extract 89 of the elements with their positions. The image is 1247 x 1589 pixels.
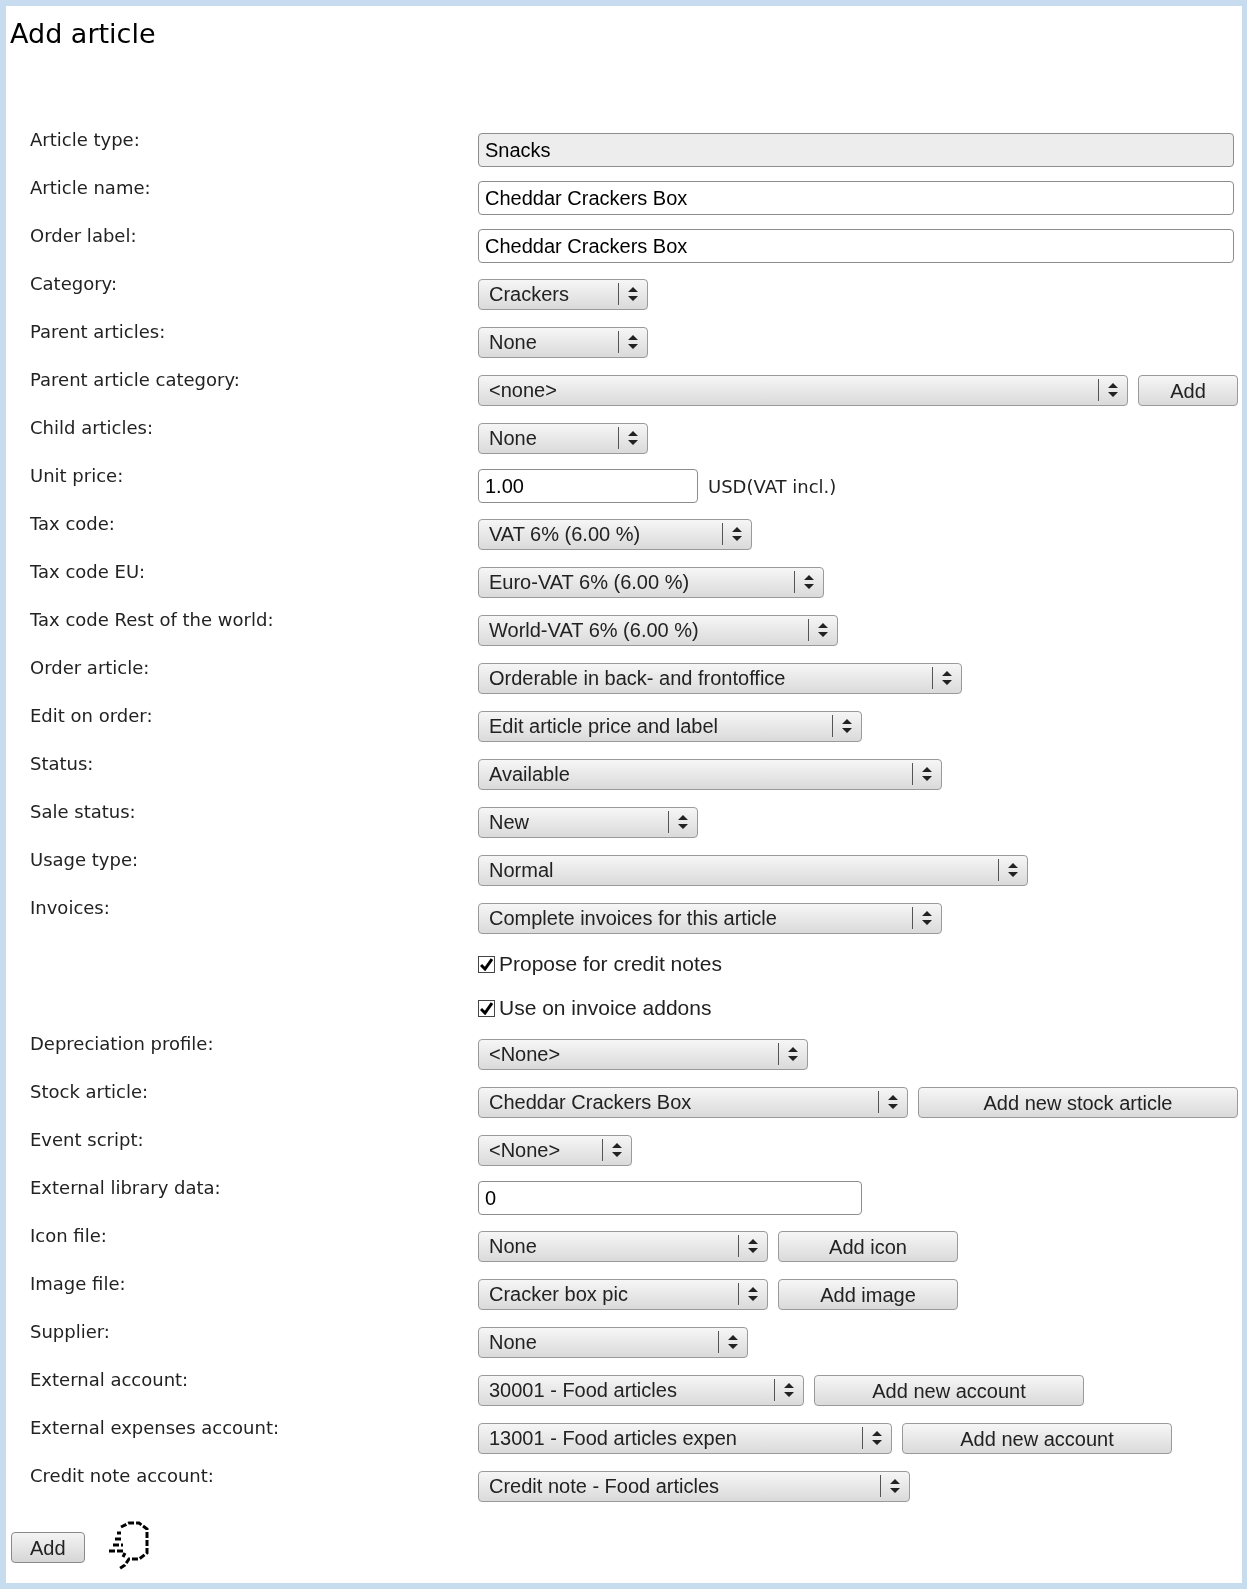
- dropdown[interactable]: None: [478, 1326, 748, 1358]
- field-label: Supplier:: [30, 1321, 110, 1342]
- dropdown[interactable]: Normal: [478, 854, 1028, 886]
- field-label: Tax code:: [30, 513, 115, 534]
- input-field[interactable]: 1.00: [478, 469, 698, 503]
- checkbox[interactable]: [478, 999, 495, 1017]
- dropdown[interactable]: <none>: [478, 374, 1128, 406]
- field-label: Stock article:: [30, 1081, 149, 1102]
- field-label: Article type:: [30, 129, 140, 150]
- input-field[interactable]: Snacks: [478, 133, 1234, 167]
- dropdown[interactable]: <None>: [478, 1038, 808, 1070]
- dropdown[interactable]: Credit note - Food articles: [478, 1470, 910, 1502]
- action-button[interactable]: Add new account: [814, 1374, 1084, 1406]
- updown-arrow-icon: [941, 670, 953, 686]
- dropdown[interactable]: VAT 6% (6.00 %): [478, 518, 752, 550]
- dropdown[interactable]: Available: [478, 758, 942, 790]
- dropdown[interactable]: Edit article price and label: [478, 710, 862, 742]
- updown-arrow-icon: [627, 286, 639, 302]
- input-field[interactable]: Cheddar Crackers Box: [478, 229, 1234, 263]
- field-label: Child articles:: [30, 417, 154, 438]
- action-button[interactable]: Add image: [778, 1278, 958, 1310]
- field-label: Icon file:: [30, 1225, 107, 1246]
- dropdown[interactable]: Complete invoices for this article: [478, 902, 942, 934]
- updown-arrow-icon: [787, 1046, 799, 1062]
- field-label: Invoices:: [30, 897, 110, 918]
- field-label: External expenses account:: [30, 1417, 280, 1438]
- field-label: Parent articles:: [30, 321, 166, 342]
- updown-arrow-icon: [727, 1334, 739, 1350]
- updown-arrow-icon: [747, 1238, 759, 1254]
- dropdown[interactable]: 13001 - Food articles expen: [478, 1422, 892, 1454]
- dropdown[interactable]: 30001 - Food articles: [478, 1374, 804, 1406]
- dropdown[interactable]: None: [478, 422, 648, 454]
- field-label: Status:: [30, 753, 94, 774]
- field-label: Credit note account:: [30, 1465, 214, 1486]
- field-label: External account:: [30, 1369, 189, 1390]
- add-button[interactable]: Add: [11, 1532, 85, 1563]
- field-label: Image file:: [30, 1273, 126, 1294]
- action-button[interactable]: Add: [1138, 374, 1238, 406]
- field-label: Order label:: [30, 225, 137, 246]
- dropdown[interactable]: <None>: [478, 1134, 632, 1166]
- dropdown[interactable]: World-VAT 6% (6.00 %): [478, 614, 838, 646]
- dropdown[interactable]: Cheddar Crackers Box: [478, 1086, 908, 1118]
- updown-arrow-icon: [627, 334, 639, 350]
- checkbox-label: Propose for credit notes: [499, 951, 722, 978]
- field-label: Unit price:: [30, 465, 124, 486]
- dropdown[interactable]: Orderable in back- and frontoffice: [478, 662, 962, 694]
- updown-arrow-icon: [731, 526, 743, 542]
- field-label: Tax code EU:: [30, 561, 146, 582]
- dropdown[interactable]: None: [478, 1230, 768, 1262]
- updown-arrow-icon: [817, 622, 829, 638]
- dropdown[interactable]: Cracker box pic: [478, 1278, 768, 1310]
- updown-arrow-icon: [889, 1478, 901, 1494]
- updown-arrow-icon: [611, 1142, 623, 1158]
- field-label: Depreciation profile:: [30, 1033, 214, 1054]
- field-label: Order article:: [30, 657, 150, 678]
- updown-arrow-icon: [677, 814, 689, 830]
- unit-label: USD(VAT incl.): [708, 474, 837, 499]
- updown-arrow-icon: [921, 910, 933, 926]
- checkbox[interactable]: [478, 955, 495, 973]
- updown-arrow-icon: [1007, 862, 1019, 878]
- field-label: Usage type:: [30, 849, 139, 870]
- action-button[interactable]: Add icon: [778, 1230, 958, 1262]
- updown-arrow-icon: [747, 1286, 759, 1302]
- updown-arrow-icon: [841, 718, 853, 734]
- updown-arrow-icon: [871, 1430, 883, 1446]
- page-title: Add article: [10, 18, 156, 50]
- dropdown[interactable]: Euro-VAT 6% (6.00 %): [478, 566, 824, 598]
- field-label: Sale status:: [30, 801, 136, 822]
- action-button[interactable]: Add new account: [902, 1422, 1172, 1454]
- input-field[interactable]: Cheddar Crackers Box: [478, 181, 1234, 215]
- dropdown[interactable]: New: [478, 806, 698, 838]
- field-label: Event script:: [30, 1129, 144, 1150]
- field-label: External library data:: [30, 1177, 221, 1198]
- updown-arrow-icon: [887, 1094, 899, 1110]
- updown-arrow-icon: [803, 574, 815, 590]
- field-label: Tax code Rest of the world:: [30, 609, 274, 630]
- dropdown[interactable]: Crackers: [478, 278, 648, 310]
- updown-arrow-icon: [627, 430, 639, 446]
- input-field[interactable]: 0: [478, 1181, 862, 1215]
- action-button[interactable]: Add new stock article: [918, 1086, 1238, 1118]
- dropdown[interactable]: None: [478, 326, 648, 358]
- field-label: Edit on order:: [30, 705, 153, 726]
- field-label: Parent article category:: [30, 369, 240, 390]
- checkbox-label: Use on invoice addons: [499, 995, 712, 1022]
- updown-arrow-icon: [1107, 382, 1119, 398]
- field-label: Category:: [30, 273, 117, 294]
- field-label: Article name:: [30, 177, 151, 198]
- updown-arrow-icon: [783, 1382, 795, 1398]
- updown-arrow-icon: [921, 766, 933, 782]
